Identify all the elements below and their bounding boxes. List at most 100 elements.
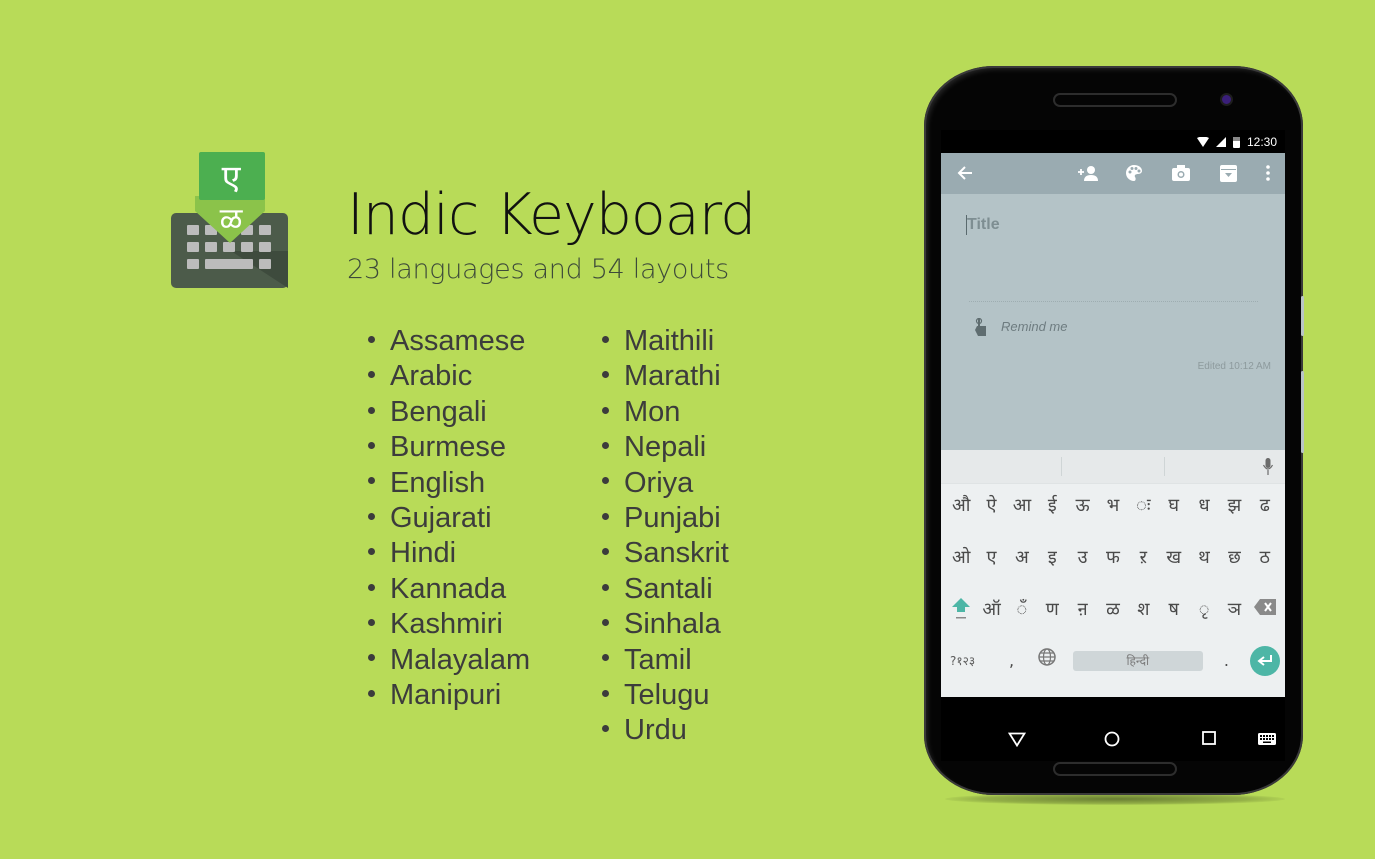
language-item: Nepali <box>602 429 729 464</box>
period-key[interactable]: . <box>1216 646 1236 676</box>
keyboard-key[interactable]: इ <box>1037 543 1067 573</box>
comma-key[interactable]: , <box>1002 646 1022 676</box>
language-name: Manipuri <box>390 678 502 711</box>
keyboard-key[interactable]: फ <box>1098 543 1128 573</box>
keyboard-key[interactable]: आ <box>1007 491 1037 521</box>
home-circle-icon[interactable] <box>1104 731 1120 747</box>
keyboard-key[interactable]: छ <box>1219 543 1249 573</box>
bullet-icon <box>602 371 609 379</box>
camera-icon[interactable] <box>1171 163 1191 183</box>
keyboard-key[interactable]: ठ <box>1250 543 1280 573</box>
back-arrow-icon[interactable] <box>955 163 975 183</box>
globe-icon <box>1038 648 1056 666</box>
language-name: Urdu <box>624 714 687 747</box>
language-item: Santali <box>602 571 729 606</box>
language-item: English <box>368 465 530 500</box>
keyboard-key[interactable]: ळ <box>1098 595 1128 631</box>
keyboard-key[interactable]: ए <box>976 543 1006 573</box>
bullet-icon <box>368 477 375 485</box>
language-item: Manipuri <box>368 677 530 712</box>
language-item: Kashmiri <box>368 606 530 641</box>
volume-button <box>1301 371 1304 453</box>
language-item: Gujarati <box>368 500 530 535</box>
status-time: 12:30 <box>1246 134 1277 149</box>
keyboard-key[interactable]: घ <box>1159 491 1189 521</box>
enter-key[interactable] <box>1249 646 1280 676</box>
palette-icon[interactable] <box>1124 163 1144 183</box>
keyboard-key[interactable]: ◌ँ <box>1007 595 1037 631</box>
language-name: Oriya <box>624 466 694 499</box>
keyboard-key[interactable]: ऐ <box>976 491 1006 521</box>
keyboard-key[interactable]: ण <box>1037 595 1067 631</box>
note-editor[interactable]: Title Remind me Edited 10:12 AM <box>941 194 1285 450</box>
bullet-icon <box>602 442 609 450</box>
bullet-icon <box>602 477 609 485</box>
keyboard-key[interactable]: ध <box>1189 491 1219 521</box>
phone-screen: 12:30 Title Remind me Edited 10:12 AM औ … <box>941 130 1285 761</box>
language-item: Burmese <box>368 429 530 464</box>
keyboard-switch-icon[interactable] <box>1258 733 1276 745</box>
earpiece-speaker <box>1053 93 1177 107</box>
more-vert-icon[interactable] <box>1258 163 1278 183</box>
keyboard-key[interactable]: अ <box>1007 543 1037 573</box>
power-button <box>1301 296 1304 336</box>
keyboard-key[interactable]: झ <box>1219 491 1249 521</box>
keyboard-key[interactable]: भ <box>1098 491 1128 521</box>
keyboard-key[interactable]: ऩ <box>1067 595 1097 631</box>
bullet-icon <box>368 583 375 591</box>
language-item: Arabic <box>368 358 530 393</box>
bullet-icon <box>368 618 375 626</box>
keyboard-key[interactable]: ढ <box>1250 491 1280 521</box>
keyboard-key[interactable]: ◌ः <box>1128 491 1158 521</box>
suggestion-strip <box>941 450 1285 484</box>
language-name: Santali <box>624 572 713 605</box>
bullet-icon <box>602 618 609 626</box>
keyboard-row-3: ऑ ◌ँ ण ऩ ळ श ष ◌ृ ञ <box>941 595 1285 631</box>
logo-glyph-bottom: ळ <box>220 202 244 237</box>
archive-icon[interactable] <box>1218 163 1238 183</box>
keyboard-key[interactable]: ई <box>1037 491 1067 521</box>
shift-key[interactable] <box>946 595 976 631</box>
bullet-icon <box>368 335 375 343</box>
keyboard-key[interactable]: ऑ <box>976 595 1006 631</box>
language-switch-key[interactable] <box>1035 646 1059 676</box>
language-name: Gujarati <box>390 501 492 534</box>
keyboard-key[interactable]: ओ <box>946 543 976 573</box>
keyboard-key[interactable]: थ <box>1189 543 1219 573</box>
title-field[interactable]: Title <box>967 216 1000 234</box>
language-item: Assamese <box>368 323 530 358</box>
suggestion-divider <box>1164 457 1165 476</box>
add-person-icon[interactable] <box>1077 163 1099 183</box>
bullet-icon <box>368 442 375 450</box>
front-camera <box>1220 93 1233 106</box>
language-name: Kashmiri <box>390 608 503 641</box>
language-name: Marathi <box>624 360 721 393</box>
keyboard-key[interactable]: ◌ृ <box>1189 595 1219 631</box>
language-name: Kannada <box>390 572 507 605</box>
keyboard-key[interactable]: औ <box>946 491 976 521</box>
microphone-icon[interactable] <box>1263 458 1273 475</box>
keyboard-key[interactable]: श <box>1128 595 1158 631</box>
language-item: Sinhala <box>602 606 729 641</box>
back-triangle-icon[interactable] <box>1008 732 1026 747</box>
language-name: Telugu <box>624 678 710 711</box>
backspace-key[interactable] <box>1250 595 1280 631</box>
remind-me-button[interactable]: Remind me <box>1001 319 1067 334</box>
bullet-icon <box>368 512 375 520</box>
phone-device: 12:30 Title Remind me Edited 10:12 AM औ … <box>924 66 1304 795</box>
keyboard-key[interactable]: ष <box>1159 595 1189 631</box>
keyboard-key[interactable]: उ <box>1067 543 1097 573</box>
app-logo: ए ळ <box>171 151 289 289</box>
keyboard-key[interactable]: ख <box>1159 543 1189 573</box>
keyboard-key[interactable]: ऊ <box>1067 491 1097 521</box>
keyboard-key[interactable]: ऱ <box>1128 543 1158 573</box>
symbols-key[interactable]: ?१२३ <box>946 646 988 676</box>
recents-square-icon[interactable] <box>1202 731 1216 745</box>
language-item: Hindi <box>368 535 530 570</box>
signal-icon <box>1215 136 1226 147</box>
keyboard-key[interactable]: ञ <box>1219 595 1249 631</box>
keyboard: औ ऐ आ ई ऊ भ ◌ः घ ध झ ढ ओएअइउफऱखथछठ ऑ ◌ँ ण ऩ ळ श ष ◌ृ ञ ?१२… <box>941 484 1285 697</box>
reminder-hand-icon <box>975 318 986 336</box>
space-key[interactable]: हिन्दी <box>1072 651 1203 671</box>
note-divider <box>969 301 1258 302</box>
